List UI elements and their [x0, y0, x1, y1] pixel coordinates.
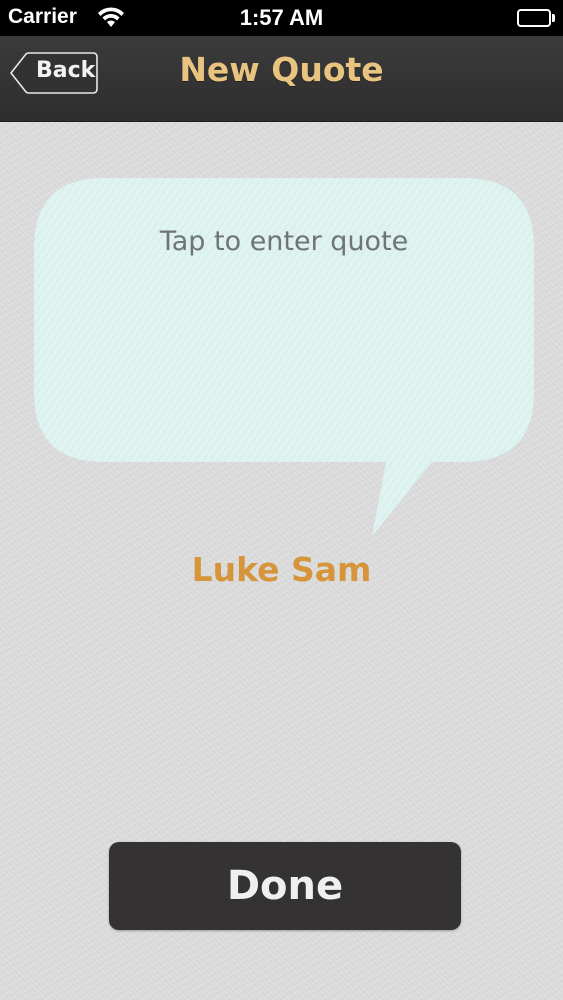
- page-title: New Quote: [179, 50, 384, 89]
- navigation-bar: Back New Quote: [0, 36, 563, 122]
- status-time: 1:57 AM: [239, 5, 324, 30]
- quote-input-placeholder[interactable]: Tap to enter quote: [34, 226, 534, 257]
- battery-icon: [517, 9, 555, 27]
- done-button-label: Done: [226, 863, 344, 909]
- done-button[interactable]: Done: [109, 842, 461, 930]
- author-name[interactable]: Luke Sam: [0, 550, 563, 589]
- status-bar: Carrier 1:57 AM: [0, 0, 563, 36]
